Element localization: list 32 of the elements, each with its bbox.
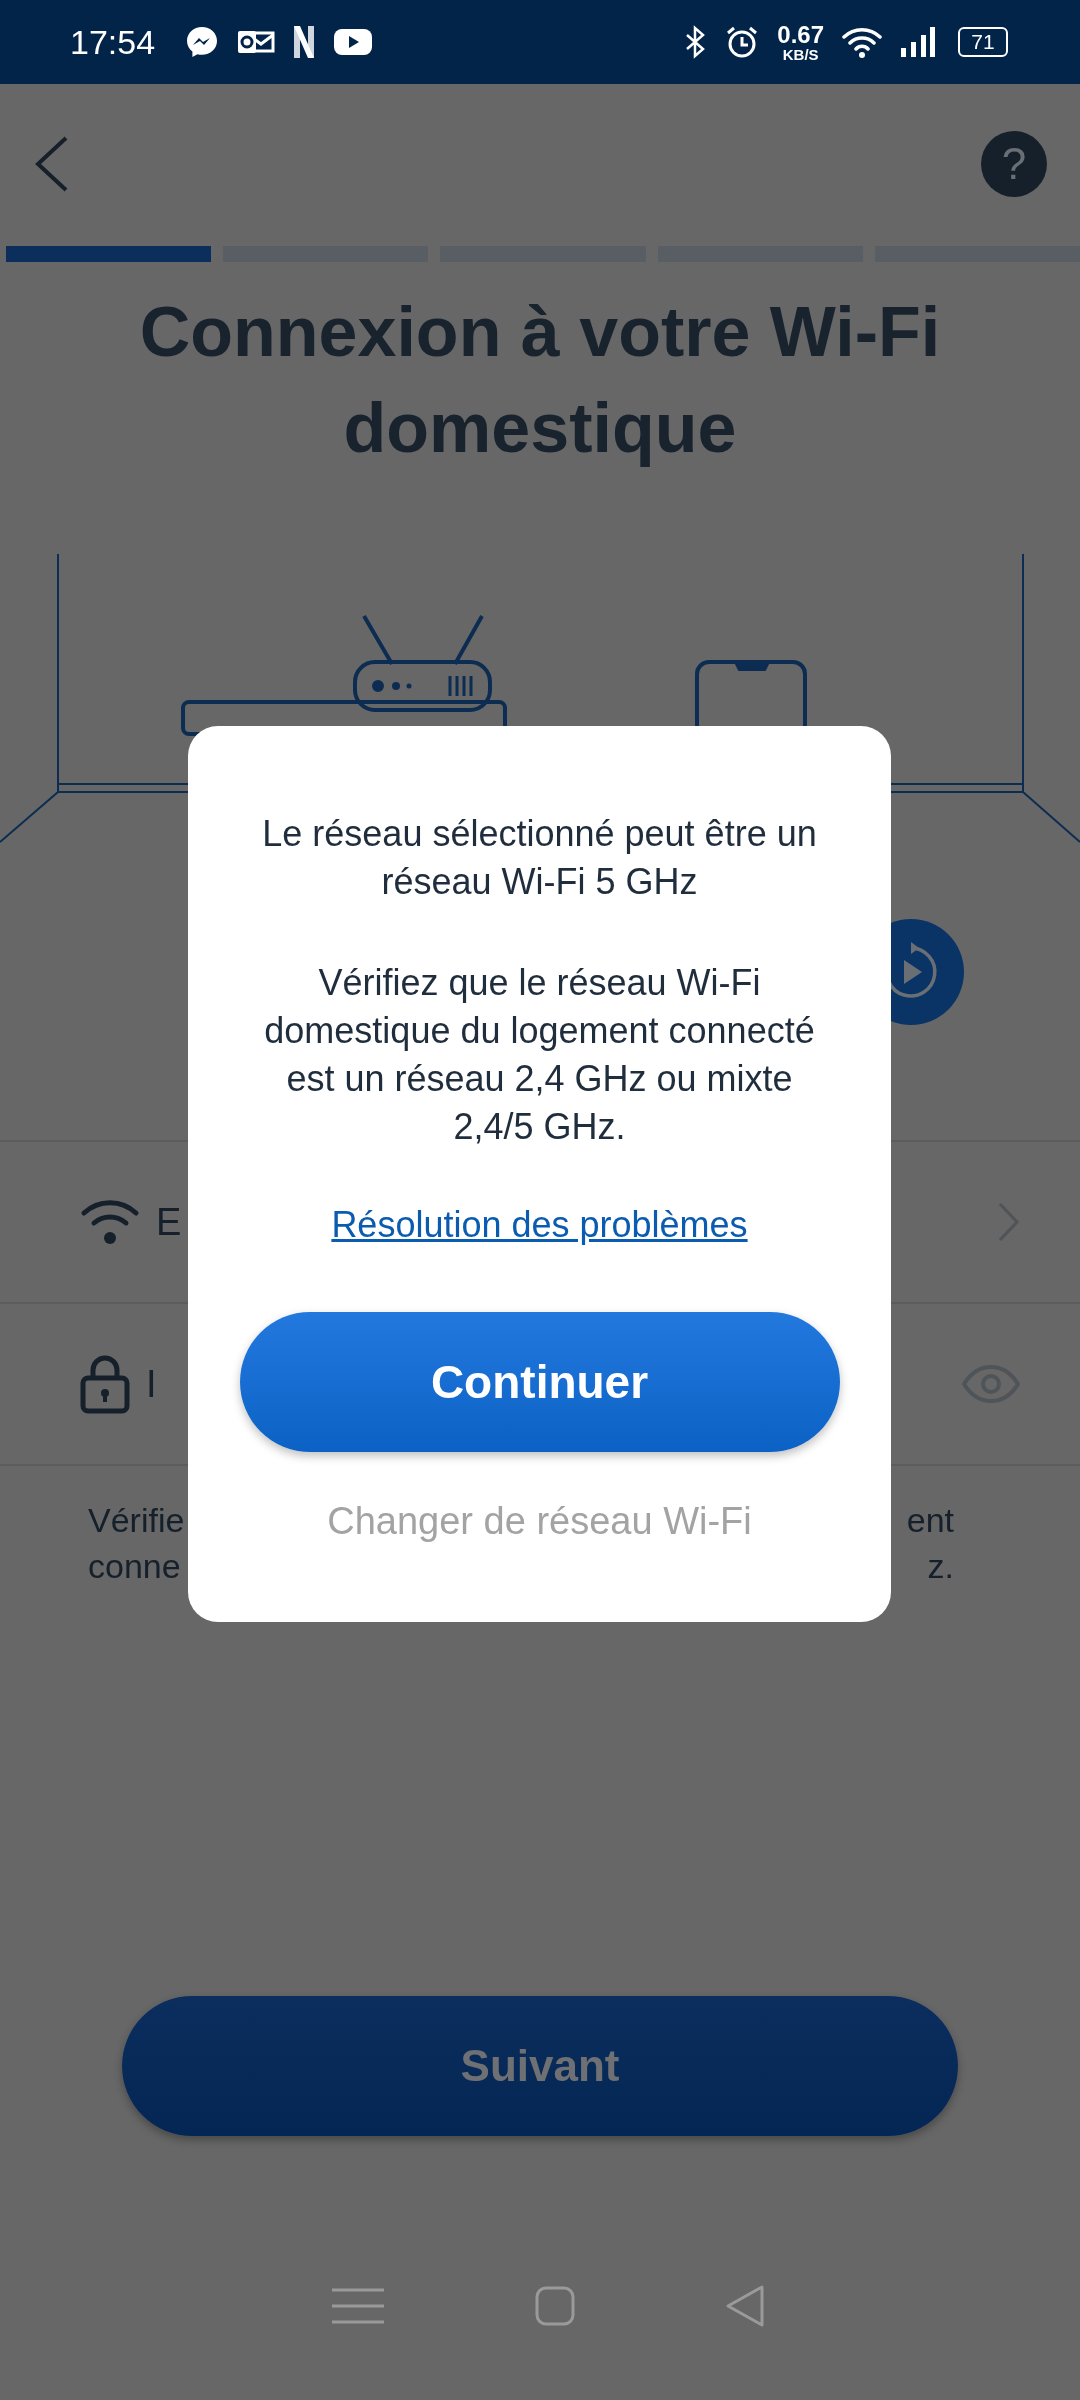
back-triangle-icon[interactable]: [725, 2284, 766, 2328]
troubleshoot-link[interactable]: Résolution des problèmes: [331, 1204, 748, 1246]
lock-icon: [80, 1354, 130, 1414]
dialog-message: Le réseau sélectionné peut être un réseau Wi-Fi 5 GHz: [261, 812, 818, 904]
note-text: ent: [906, 1500, 954, 1540]
clock-time: 17:54: [70, 22, 156, 62]
back-icon[interactable]: [34, 136, 70, 192]
field-label: E: [156, 1200, 182, 1244]
change-network-button[interactable]: Changer de réseau Wi-Fi: [319, 1492, 760, 1551]
note-text: conne: [88, 1546, 181, 1586]
eye-icon: [962, 1365, 1020, 1403]
speed-unit: KB/S: [782, 46, 819, 62]
alarm-clock-icon: [725, 25, 760, 59]
chevron-right-icon: [998, 1202, 1020, 1242]
menu-icon[interactable]: [329, 2286, 386, 2326]
note-text: Vérifie: [88, 1500, 185, 1540]
dialog-message: Vérifiez que le réseau Wi-Fi domestique du logement connecté est un réseau 2,4 GHz ou mixte 2,4/5 GHz.: [263, 961, 816, 1149]
chat-bubble-icon: [185, 25, 220, 59]
cell-signal-icon: [900, 26, 936, 58]
letter-logo-icon: [293, 25, 316, 59]
wifi-icon: [80, 1197, 140, 1247]
network-speed: 0.67: [777, 22, 824, 47]
page-title: Connexion à votre Wi-Fi domestique: [138, 292, 942, 469]
continue-button[interactable]: Continuer: [239, 1312, 840, 1452]
wifi-signal-icon: [842, 26, 882, 58]
note-text: z.: [927, 1546, 954, 1586]
battery-indicator: 71: [958, 27, 1008, 57]
next-button[interactable]: Suivant: [122, 1996, 958, 2136]
home-icon[interactable]: [535, 2286, 576, 2326]
field-label: I: [146, 1362, 157, 1406]
video-play-icon: [333, 28, 374, 56]
help-button[interactable]: ?: [981, 131, 1047, 197]
